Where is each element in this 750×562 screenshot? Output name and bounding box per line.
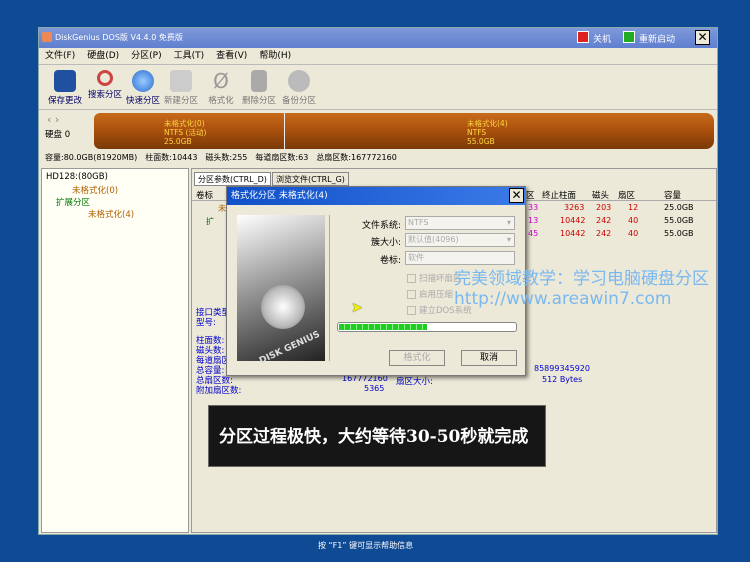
partition-size: 55.0GB <box>467 137 495 146</box>
power-icon[interactable] <box>577 31 589 43</box>
disk-map: ‹ › 硬盘 0 未格式化(0) NTFS (活动) 25.0GB 未格式化(4) N… <box>39 110 717 150</box>
menu-partition[interactable]: 分区(P) <box>131 51 161 61</box>
partition-fs: NTFS <box>467 128 487 137</box>
caption-banner: 分区过程极快，大约等待30-50秒就完成 <box>208 405 546 467</box>
label-model: 型号: <box>196 318 216 328</box>
title-bar: DiskGenius DOS版 V4.4.0 免费版 关机 重新启动 ✕ <box>39 28 717 48</box>
toolbar: 保存更改 搜索分区 快速分区 新建分区 Ø 格式化 删除分区 备份分区 <box>39 66 717 110</box>
window-title: DiskGenius DOS版 V4.4.0 免费版 <box>55 33 183 42</box>
tab-partition-params[interactable]: 分区参数(CTRL_D) <box>194 172 271 186</box>
menu-disk[interactable]: 硬盘(D) <box>87 51 119 61</box>
col-sector2: 扇区 <box>618 191 636 201</box>
format-progress-bar <box>337 322 517 332</box>
enable-compression-checkbox[interactable]: 启用压缩 <box>407 288 453 300</box>
watermark-url: http://www.areawin7.com <box>454 289 672 309</box>
quick-partition-button[interactable]: 快速分区 <box>123 68 163 106</box>
shutdown-button[interactable]: 关机 <box>593 32 611 45</box>
save-icon <box>54 70 76 92</box>
format-icon: Ø <box>213 69 229 93</box>
col-sector: 区 <box>526 191 535 201</box>
tree-item-partition-0[interactable]: 未格式化(0) <box>72 184 118 196</box>
partition-bar-4[interactable]: 未格式化(4) NTFS 55.0GB <box>284 113 714 149</box>
tree-item-extended[interactable]: 扩展分区 <box>56 196 90 208</box>
fs-select[interactable]: NTFS ▾ <box>405 216 515 230</box>
watermark-title: 完美领域教学：学习电脑硬盘分区 <box>454 269 709 289</box>
app-icon <box>42 32 52 42</box>
dialog-close-button[interactable]: ✕ <box>509 188 524 203</box>
new-partition-button[interactable]: 新建分区 <box>161 68 201 106</box>
mouse-cursor-icon: ➤ <box>351 300 363 316</box>
col-end-cyl: 终止柱面 <box>542 191 577 201</box>
backup-icon <box>288 70 310 92</box>
disk-genius-image: DISK GENIUS <box>237 215 325 366</box>
restart-icon[interactable] <box>623 31 635 43</box>
tab-browse-files[interactable]: 浏览文件(CTRL_G) <box>272 172 349 186</box>
backup-partition-button[interactable]: 备份分区 <box>279 68 319 106</box>
status-bar: 按 “F1” 键可显示帮助信息 <box>318 541 414 550</box>
format-button[interactable]: Ø 格式化 <box>201 68 241 106</box>
restart-button[interactable]: 重新启动 <box>639 32 675 45</box>
menu-file[interactable]: 文件(F) <box>45 51 75 61</box>
partition-fs: NTFS (活动) <box>164 128 207 137</box>
col-volume: 卷标 <box>196 191 214 201</box>
sectors-per-track: 每道扇区数:63 <box>255 153 309 162</box>
disk-label: 硬盘 0 <box>45 130 71 140</box>
delete-partition-button[interactable]: 删除分区 <box>239 68 279 106</box>
partition-bar-0[interactable]: 未格式化(0) NTFS (活动) 25.0GB <box>94 113 284 149</box>
capacity: 容量:80.0GB(81920MB) <box>45 153 138 162</box>
new-partition-icon <box>170 70 192 92</box>
partition-name: 未格式化(0) <box>164 119 205 128</box>
tree-item-partition-4[interactable]: 未格式化(4) <box>88 208 134 220</box>
menu-bar: 文件(F) 硬盘(D) 分区(P) 工具(T) 查看(V) 帮助(H) <box>39 48 717 65</box>
disk-tree: HD128:(80GB) 未格式化(0) 扩展分区 未格式化(4) <box>41 168 189 533</box>
col-head: 磁头 <box>592 191 610 201</box>
partition-size: 25.0GB <box>164 137 192 146</box>
volume-input[interactable]: 软件 <box>405 251 515 265</box>
cancel-button[interactable]: 取消 <box>461 350 517 366</box>
fs-label: 文件系统: <box>361 221 401 231</box>
quick-partition-icon <box>132 70 154 92</box>
save-button[interactable]: 保存更改 <box>45 68 85 106</box>
close-button[interactable]: ✕ <box>695 30 710 45</box>
format-button[interactable]: 格式化 <box>389 350 445 366</box>
volume-label: 卷标: <box>379 256 401 266</box>
tree-item-disk[interactable]: HD128:(80GB) <box>46 172 108 182</box>
search-icon <box>97 70 113 86</box>
value-sector-size: 512 Bytes <box>542 375 583 384</box>
label-extra-sectors: 附加扇区数: <box>196 386 242 396</box>
search-partition-button[interactable]: 搜索分区 <box>85 68 125 100</box>
disk-info: 容量:80.0GB(81920MB) 柱面数:10443 磁头数:255 每道扇区数:… <box>45 152 405 163</box>
cluster-select[interactable]: 默认值(4096) ▾ <box>405 233 515 247</box>
menu-view[interactable]: 查看(V) <box>216 51 247 61</box>
value-extra-sectors: 5365 <box>364 384 385 393</box>
cylinders: 柱面数:10443 <box>145 153 198 162</box>
partition-name: 未格式化(4) <box>467 119 508 128</box>
cluster-label: 簇大小: <box>370 238 401 248</box>
dialog-title: 格式化分区 未格式化(4) <box>227 187 525 205</box>
trash-icon <box>251 70 267 92</box>
total-sectors: 总扇区数:167772160 <box>316 153 397 162</box>
menu-help[interactable]: 帮助(H) <box>259 51 291 61</box>
heads: 磁头数:255 <box>205 153 248 162</box>
col-capacity: 容量 <box>664 191 682 201</box>
menu-tools[interactable]: 工具(T) <box>174 51 205 61</box>
value-total-bytes: 85899345920 <box>534 364 590 373</box>
label-sector-size: 扇区大小: <box>396 377 433 387</box>
disk-nav-arrows[interactable]: ‹ › <box>47 113 59 126</box>
